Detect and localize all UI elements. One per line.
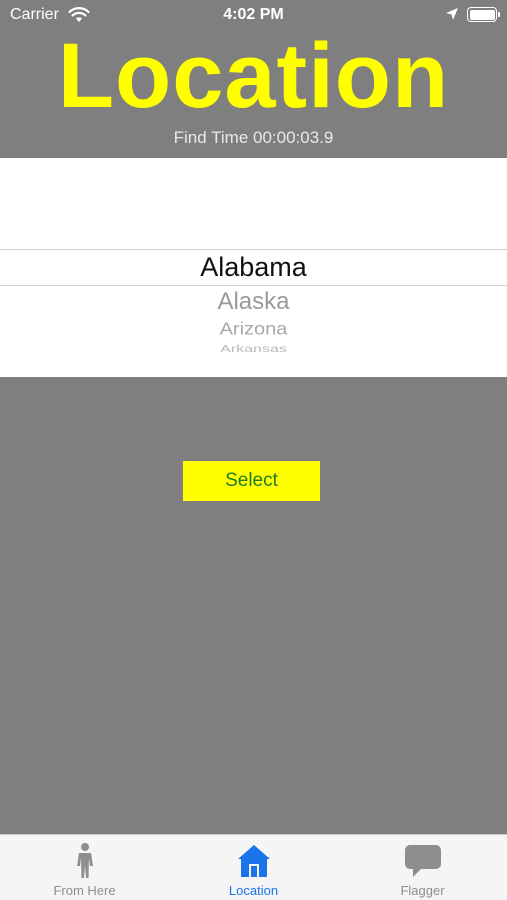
status-time: 4:02 PM: [223, 6, 284, 23]
tab-label: Flagger: [400, 883, 445, 898]
tab-bar: From Here Location Flagger: [0, 834, 507, 900]
tab-location[interactable]: Location: [169, 835, 338, 900]
picker-item[interactable]: Arkansas: [0, 343, 507, 352]
picker-selection-bottom-line: [0, 285, 507, 286]
screen: Carrier 4:02 PM Location Find Time 00:00…: [0, 0, 507, 900]
battery-icon: [467, 7, 500, 22]
tab-label: From Here: [53, 883, 116, 898]
select-button[interactable]: Select: [183, 461, 320, 501]
picker-item-selected[interactable]: Alabama: [0, 252, 507, 283]
location-arrow-icon: [446, 8, 458, 20]
person-icon: [76, 843, 93, 878]
house-icon: [237, 845, 270, 877]
tab-label: Location: [228, 883, 279, 898]
picker-item[interactable]: Arizona: [0, 319, 507, 340]
tab-from-here[interactable]: From Here: [0, 835, 169, 900]
picker-item[interactable]: Alaska: [0, 288, 507, 316]
find-time-label: Find Time 00:00:03.9: [173, 128, 334, 147]
state-picker[interactable]: Alabama Alaska Arizona Arkansas: [0, 158, 507, 377]
speech-bubble-icon: [404, 845, 441, 877]
picker-selection-top-line: [0, 249, 507, 250]
page-title: Location: [57, 25, 450, 127]
tab-flagger[interactable]: Flagger: [338, 835, 507, 900]
